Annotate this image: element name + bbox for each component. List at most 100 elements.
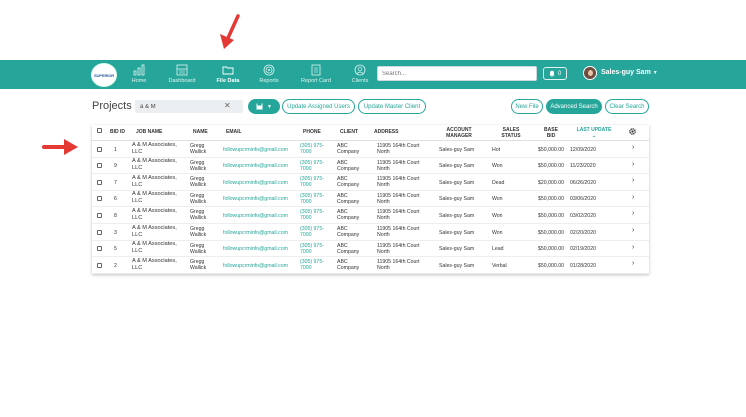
nav-item-clients[interactable]: Clients	[338, 64, 382, 88]
chevron-right-icon[interactable]: ›	[632, 227, 634, 234]
row-checkbox[interactable]	[97, 163, 102, 169]
chevron-right-icon[interactable]: ›	[632, 244, 634, 251]
cell-addr: 11905 164th Court North	[377, 259, 420, 271]
header-last-update[interactable]: LAST UPDATE ⌄	[574, 127, 614, 139]
cell-job: A & M Associates, LLC	[132, 158, 177, 172]
cell-line: 7000	[300, 149, 312, 155]
select-all-checkbox[interactable]	[97, 128, 102, 133]
cell-line: LLC	[132, 248, 143, 255]
user-menu[interactable]: Sales-guy Sam ▼	[601, 69, 658, 76]
table-row[interactable]: 3 A & M Associates, LLC Gregg Wallick followu…	[92, 224, 649, 241]
cell-line: Company	[337, 265, 360, 272]
cell-phone[interactable]: (305) 975- 7000	[300, 226, 324, 238]
avatar[interactable]	[583, 66, 597, 80]
header-job-name[interactable]: JOB NAME	[136, 129, 162, 135]
cell-client: ABC Company	[337, 160, 359, 172]
table-row[interactable]: 1 A & M Associates, LLC Gregg Wallick followu…	[92, 141, 649, 158]
chevron-right-icon[interactable]: ›	[632, 161, 634, 168]
chevron-right-icon[interactable]: ›	[632, 194, 634, 201]
update-assigned-users-button[interactable]: Update Assigned Users	[282, 99, 355, 114]
header-sales-status[interactable]: SALES STATUS	[500, 127, 522, 139]
cell-phone[interactable]: (305) 975- 7000	[300, 176, 324, 188]
cell-line: Wallick	[190, 165, 207, 172]
table-row[interactable]: 7 A & M Associates, LLC Gregg Wallick followu…	[92, 174, 649, 191]
row-checkbox[interactable]	[97, 146, 102, 152]
bell-icon	[549, 70, 555, 77]
gear-icon[interactable]	[629, 128, 636, 135]
cell-line: A & M Associates,	[132, 191, 177, 198]
cell-email[interactable]: followupcrminfo@gmail.com	[223, 180, 288, 186]
cell-name: Gregg Wallick	[190, 209, 206, 221]
cell-status: Won	[492, 212, 503, 219]
card-icon	[311, 64, 321, 76]
cell-email[interactable]: followupcrminfo@gmail.com	[223, 147, 288, 153]
row-checkbox[interactable]	[97, 246, 102, 252]
table-row[interactable]: 2 A & M Associates, LLC Gregg Wallick followu…	[92, 257, 649, 274]
clear-search-button[interactable]: Clear Search	[605, 99, 649, 114]
header-client[interactable]: CLIENT	[340, 129, 358, 135]
header-base-bid[interactable]: BASE BID	[543, 127, 559, 139]
header-account-manager[interactable]: ACCOUNT MANAGER	[446, 127, 472, 139]
notification-count: 0	[557, 70, 562, 77]
cell-manager: Sales-guy Sam	[439, 146, 475, 153]
chevron-right-icon[interactable]: ›	[632, 260, 634, 267]
global-search-input[interactable]	[377, 66, 537, 81]
cell-client: ABC Company	[337, 226, 359, 238]
chevron-right-icon[interactable]: ›	[632, 144, 634, 151]
cell-bid: $50,000.00	[538, 212, 564, 219]
cell-phone[interactable]: (305) 975- 7000	[300, 243, 324, 255]
row-checkbox[interactable]	[97, 262, 102, 268]
clients-icon	[354, 64, 366, 76]
cell-line: LLC	[132, 264, 143, 271]
cell-client: ABC Company	[337, 176, 359, 188]
clear-filter-icon[interactable]: ✕	[224, 101, 231, 110]
header-bid-id[interactable]: BID ID	[110, 129, 125, 135]
row-checkbox[interactable]	[97, 179, 102, 185]
cell-email[interactable]: followupcrminfo@gmail.com	[223, 213, 288, 219]
cell-addr: 11905 164th Court North	[377, 160, 420, 172]
cell-bid: $50,000.00	[538, 229, 564, 236]
cell-phone[interactable]: (305) 975- 7000	[300, 143, 324, 155]
advanced-search-button[interactable]: Advanced Search	[546, 99, 602, 114]
cell-email[interactable]: followupcrminfo@gmail.com	[223, 246, 288, 252]
cell-status: Won	[492, 229, 503, 236]
nav-item-file-data[interactable]: File Data	[206, 64, 250, 88]
nav-item-reports[interactable]: Reports	[247, 64, 291, 88]
new-file-button[interactable]: New File	[511, 99, 543, 114]
cell-bid-id: 7	[114, 179, 117, 186]
chevron-right-icon[interactable]: ›	[632, 210, 634, 217]
cell-phone[interactable]: (305) 975- 7000	[300, 160, 324, 172]
cell-addr: 11905 164th Court North	[377, 143, 420, 155]
table-row[interactable]: 6 A & M Associates, LLC Gregg Wallick followu…	[92, 191, 649, 208]
cell-phone[interactable]: (305) 975- 7000	[300, 259, 324, 271]
cell-bid-id: 8	[114, 212, 117, 219]
save-search-button[interactable]: ▼	[248, 99, 280, 114]
cell-phone[interactable]: (305) 975- 7000	[300, 209, 324, 221]
row-checkbox[interactable]	[97, 212, 102, 218]
row-checkbox[interactable]	[97, 196, 102, 202]
table-row[interactable]: 9 A & M Associates, LLC Gregg Wallick followu…	[92, 158, 649, 175]
header-name[interactable]: NAME	[193, 129, 208, 135]
update-master-client-button[interactable]: Update Master Client	[358, 99, 426, 114]
cell-email[interactable]: followupcrminfo@gmail.com	[223, 263, 288, 269]
company-logo[interactable]: SUPERIOR	[91, 63, 117, 87]
nav-item-home[interactable]: Home	[117, 64, 161, 88]
table-row[interactable]: 8 A & M Associates, LLC Gregg Wallick followu…	[92, 207, 649, 224]
header-email[interactable]: EMAIL	[226, 129, 242, 135]
cell-status: Won	[492, 163, 503, 170]
header-sales-status-line2: STATUS	[501, 133, 521, 139]
cell-phone[interactable]: (305) 975- 7000	[300, 193, 324, 205]
chevron-right-icon[interactable]: ›	[632, 177, 634, 184]
cell-bid-id: 5	[114, 246, 117, 253]
cell-line: North	[377, 198, 390, 205]
cell-email[interactable]: followupcrminfo@gmail.com	[223, 230, 288, 236]
table-row[interactable]: 5 A & M Associates, LLC Gregg Wallick followu…	[92, 241, 649, 258]
cell-email[interactable]: followupcrminfo@gmail.com	[223, 196, 288, 202]
header-phone[interactable]: PHONE	[303, 129, 321, 135]
nav-item-report-card[interactable]: Report Card	[294, 64, 338, 88]
notifications-button[interactable]: 0	[543, 67, 567, 80]
header-address[interactable]: ADDRESS	[374, 129, 398, 135]
row-checkbox[interactable]	[97, 229, 102, 235]
nav-item-dashboard[interactable]: Dashboard	[160, 64, 204, 88]
cell-email[interactable]: followupcrminfo@gmail.com	[223, 163, 288, 169]
